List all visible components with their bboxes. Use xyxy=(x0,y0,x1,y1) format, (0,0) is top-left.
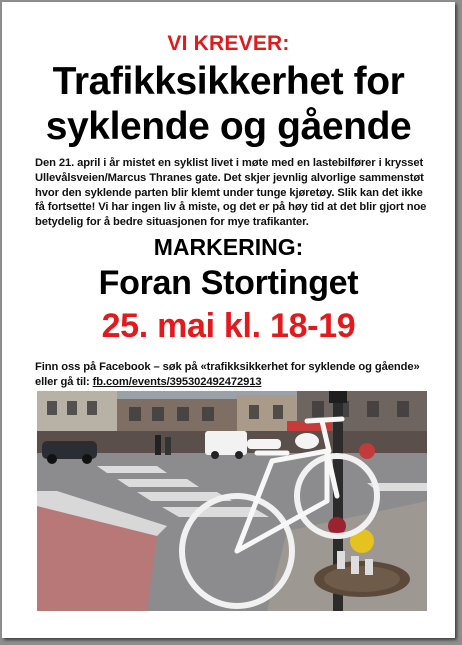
headline-line-1: Trafikksikkerhet for xyxy=(52,60,405,103)
facebook-link[interactable]: fb.com/events/395302492472913 xyxy=(93,376,262,388)
headline-line-2: syklende og gående xyxy=(45,105,412,148)
ghost-bike-illustration xyxy=(37,391,427,611)
kicker-heading: VI KREVER: xyxy=(167,32,290,55)
intro-paragraph: Den 21. april i år mistet en syklist liv… xyxy=(35,157,427,229)
event-date-time: 25. mai kl. 18-19 xyxy=(101,307,356,345)
event-place: Foran Stortinget xyxy=(98,264,359,302)
headline: Trafikksikkerhet for syklende og gående xyxy=(2,59,455,149)
poster-page: VI KREVER: Trafikksikkerhet for syklende… xyxy=(2,2,455,638)
facebook-info: Finn oss på Facebook – søk på «trafikksi… xyxy=(35,360,435,389)
marking-label: MARKERING: xyxy=(153,234,304,260)
ghost-bike-photo xyxy=(37,391,427,611)
